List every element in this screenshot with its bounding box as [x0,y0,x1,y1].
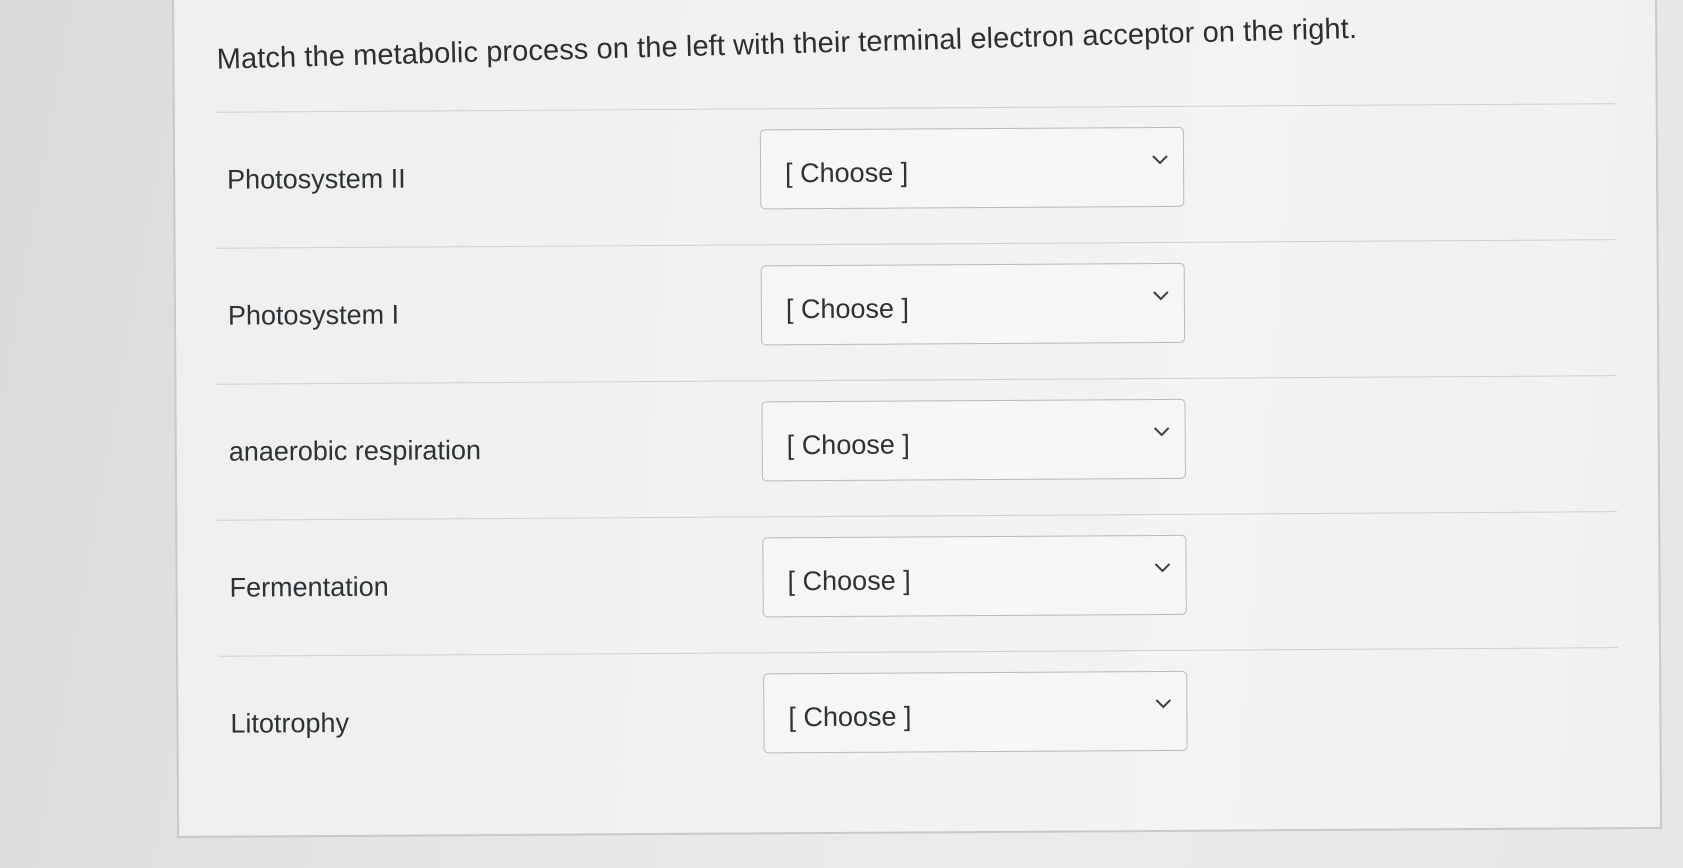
dropdown-selected-value: [ Choose ] [787,565,911,597]
answer-dropdown[interactable]: [ Choose ] [761,398,1186,482]
match-row-photosystem-ii: Photosystem II [ Choose ] [214,103,1616,248]
question-card: Match the metabolic process on the left … [172,0,1663,838]
match-row-litotrophy: Litotrophy [ Choose ] [218,647,1619,792]
answer-dropdown[interactable]: [ Choose ] [763,670,1188,754]
chevron-down-icon [1152,290,1170,302]
dropdown-selected-value: [ Choose ] [788,701,912,733]
match-list: Photosystem II [ Choose ] Photosystem I … [214,103,1619,792]
question-text: Match the metabolic process on the left … [216,12,1358,76]
match-row-fermentation: Fermentation [ Choose ] [217,511,1619,656]
chevron-down-icon [1153,426,1171,438]
dropdown-selected-value: [ Choose ] [786,429,910,461]
row-label: Litotrophy [230,707,350,739]
row-label: Photosystem II [227,163,406,195]
chevron-down-icon [1151,154,1169,166]
answer-dropdown[interactable]: [ Choose ] [762,534,1187,618]
row-label: anaerobic respiration [228,435,482,467]
answer-dropdown[interactable]: [ Choose ] [760,262,1186,346]
chevron-down-icon [1153,562,1171,574]
match-row-photosystem-i: Photosystem I [ Choose ] [215,239,1617,384]
dropdown-selected-value: [ Choose ] [785,293,910,325]
row-label: Photosystem I [227,299,400,331]
match-row-anaerobic-respiration: anaerobic respiration [ Choose ] [216,375,1618,520]
answer-dropdown[interactable]: [ Choose ] [759,126,1185,210]
chevron-down-icon [1154,698,1172,710]
row-label: Fermentation [229,571,389,603]
dropdown-selected-value: [ Choose ] [785,157,909,189]
